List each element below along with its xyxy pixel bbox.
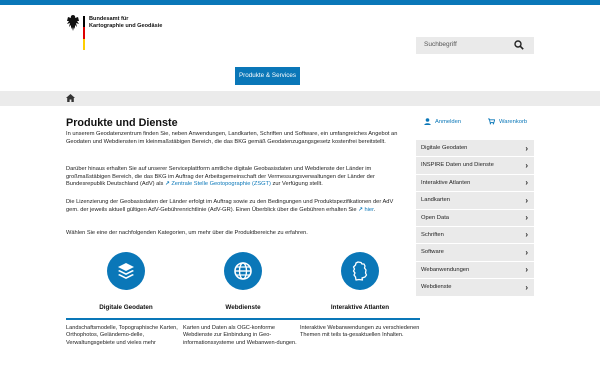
category-circle[interactable]	[224, 252, 262, 290]
zsgt-paragraph: Darüber hinaus erhalten Sie auf unserer …	[66, 166, 404, 189]
category-title[interactable]: Digitale Geodaten	[66, 304, 186, 311]
cart-link[interactable]: Warenkorb	[488, 118, 527, 125]
sidebar-item-label: Digitale Geodaten	[421, 145, 468, 151]
sidebar-item-schriften[interactable]: Schriften ›	[416, 226, 534, 244]
category-divider	[183, 318, 303, 320]
search-input[interactable]: Suchbegriff	[424, 41, 457, 48]
agency-name-line2: Kartographie und Geodäsie	[89, 22, 163, 29]
license-paragraph: Die Lizenzierung der Geobasisdaten der L…	[66, 199, 404, 214]
layers-icon	[118, 263, 134, 279]
sidebar-menu: Digitale Geodaten › INSPIRE Daten und Die…	[416, 140, 534, 297]
category-divider	[66, 318, 186, 320]
chevron-right-icon: ›	[525, 143, 528, 153]
login-link[interactable]: Anmelden	[424, 118, 461, 125]
sidebar-item-label: Interaktive Atlanten	[421, 179, 471, 186]
license-text-before: Die Lizenzierung der Geobasisdaten der L…	[66, 199, 394, 213]
sidebar-item-label: Open Data	[421, 214, 450, 221]
globe-icon	[234, 262, 252, 280]
zsgt-text-after: zur Verfügung stellt.	[270, 181, 323, 188]
intro-paragraph: In unserem Geodatenzentrum finden Sie, n…	[66, 131, 398, 145]
top-accent-bar	[0, 0, 600, 5]
home-icon[interactable]	[66, 94, 75, 102]
category-description: Landschaftsmodelle, Topographische Karte…	[66, 325, 178, 346]
category-description: Interaktive Webanwendungen zu verschiede…	[300, 325, 420, 339]
category-title[interactable]: Webdienste	[183, 304, 303, 311]
page-title: Produkte und Dienste	[66, 117, 178, 129]
zsgt-link[interactable]: Zentrale Stelle Geotopographie (ZSGT)	[171, 181, 271, 187]
sidebar-item-label: INSPIRE Daten und Dienste	[421, 162, 494, 169]
license-text-after: .	[373, 206, 376, 213]
chevron-right-icon: ›	[525, 195, 528, 205]
chevron-right-icon: ›	[525, 213, 528, 223]
sidebar-item-digitale-geodaten[interactable]: Digitale Geodaten ›	[416, 140, 534, 157]
user-icon	[424, 118, 431, 125]
category-circle[interactable]	[107, 252, 145, 290]
sidebar-item-label: Webanwendungen	[421, 266, 470, 273]
chevron-right-icon: ›	[525, 178, 528, 188]
sidebar-item-label: Schriften	[421, 231, 444, 238]
search-icon[interactable]	[514, 40, 524, 50]
login-label[interactable]: Anmelden	[435, 119, 461, 125]
chevron-right-icon: ›	[525, 265, 528, 275]
sidebar-item-open-data[interactable]: Open Data ›	[416, 209, 534, 226]
germany-map-icon	[352, 261, 368, 281]
sidebar-item-webdienste[interactable]: Webdienste ›	[416, 279, 534, 296]
sidebar-item-landkarten[interactable]: Landkarten ›	[416, 192, 534, 209]
choose-category-paragraph: Wählen Sie eine der nachfolgenden Katego…	[66, 230, 308, 236]
bkg-logo[interactable]: Bundesamt für Kartographie und Geodäsie	[66, 14, 196, 52]
german-flag-stripe	[83, 16, 85, 50]
category-title[interactable]: Interaktive Atlanten	[300, 304, 420, 311]
agency-name-line1: Bundesamt für	[89, 16, 129, 22]
category-description: Karten und Daten als OGC-konforme Webdie…	[183, 325, 297, 346]
chevron-right-icon: ›	[525, 230, 528, 240]
sidebar-item-software[interactable]: Software ›	[416, 244, 534, 261]
category-divider	[300, 318, 420, 320]
nav-products-services[interactable]: Produkte & Services	[235, 67, 300, 85]
category-circle[interactable]	[341, 252, 379, 290]
breadcrumb	[0, 91, 600, 106]
chevron-right-icon: ›	[525, 247, 528, 257]
federal-eagle-icon	[67, 15, 79, 31]
cart-label[interactable]: Warenkorb	[499, 119, 527, 125]
sidebar-item-interaktive-atlanten[interactable]: Interaktive Atlanten ›	[416, 174, 534, 192]
search-box[interactable]: Suchbegriff	[416, 37, 534, 54]
chevron-right-icon: ›	[525, 160, 528, 170]
sidebar-item-inspire[interactable]: INSPIRE Daten und Dienste ›	[416, 157, 534, 174]
sidebar-item-label: Landkarten	[421, 197, 451, 204]
sidebar-item-label: Webdienste	[421, 284, 452, 291]
sidebar-item-label: Software	[421, 249, 444, 256]
sidebar-item-webanwendungen[interactable]: Webanwendungen ›	[416, 261, 534, 279]
cart-icon	[488, 118, 495, 125]
chevron-right-icon: ›	[525, 282, 528, 292]
fees-link[interactable]: hier	[364, 207, 373, 213]
agency-name: Bundesamt für Kartographie und Geodäsie	[89, 16, 199, 29]
